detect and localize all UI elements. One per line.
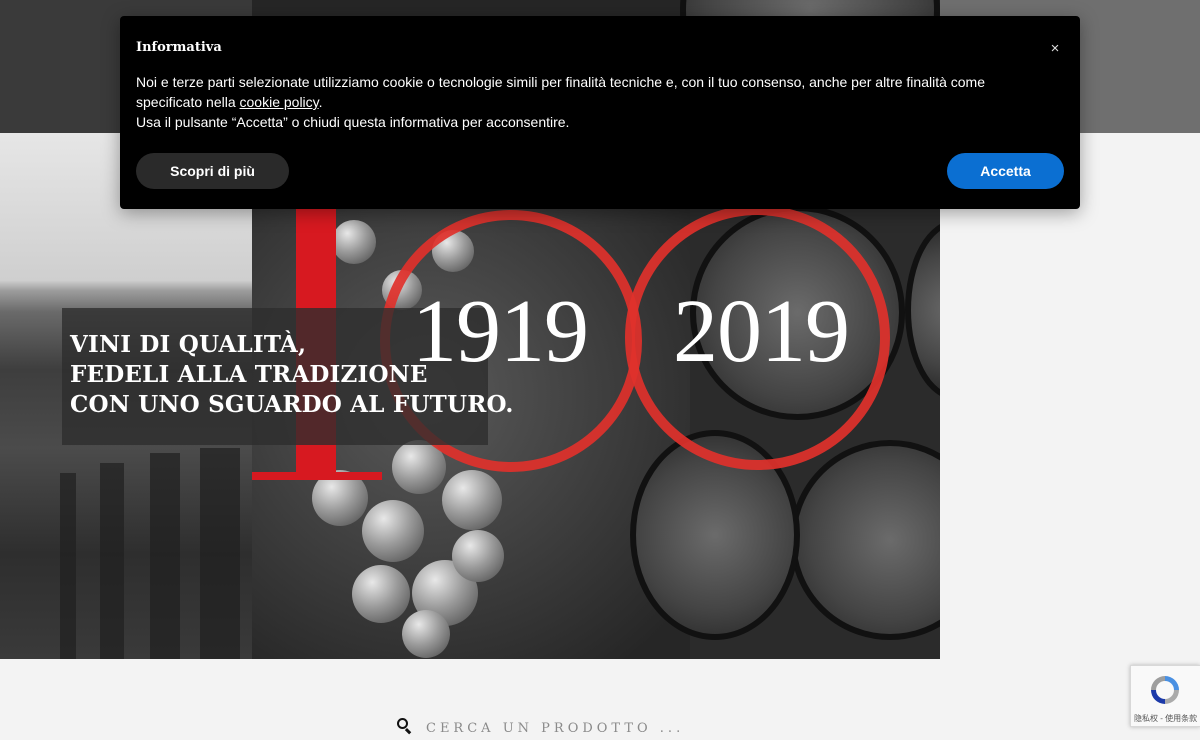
cookie-policy-link[interactable]: cookie policy [240, 94, 319, 110]
recaptcha-links[interactable]: 隐私权 - 使用条款 [1134, 713, 1197, 724]
tagline-line-3: CON UNO SGUARDO AL FUTURO. [70, 391, 514, 418]
accept-button[interactable]: Accetta [947, 153, 1064, 189]
cookie-banner-text: Noi e terze parti selezionate utilizziam… [136, 72, 1046, 132]
year-end: 2019 [673, 282, 850, 381]
product-search [396, 712, 726, 740]
close-icon[interactable]: × [1048, 41, 1062, 56]
cookie-text-line-2-prefix: specificato nella [136, 94, 240, 110]
search-icon[interactable] [396, 717, 414, 735]
cookie-banner-title: Informativa [136, 40, 222, 55]
red-logo-base [252, 472, 382, 480]
year-start: 1919 [412, 282, 589, 381]
cookie-text-line-2-suffix: . [318, 94, 323, 110]
recaptcha-badge[interactable]: 隐私权 - 使用条款 [1130, 665, 1200, 727]
recaptcha-icon [1151, 676, 1179, 704]
search-input[interactable] [426, 720, 726, 736]
right-background [940, 133, 1200, 660]
cookie-text-line-1: Noi e terze parti selezionate utilizziam… [136, 74, 986, 90]
learn-more-button[interactable]: Scopri di più [136, 153, 289, 189]
cookie-banner: Informativa × Noi e terze parti selezion… [120, 16, 1080, 209]
cookie-text-line-3: Usa il pulsante “Accetta” o chiudi quest… [136, 114, 570, 130]
